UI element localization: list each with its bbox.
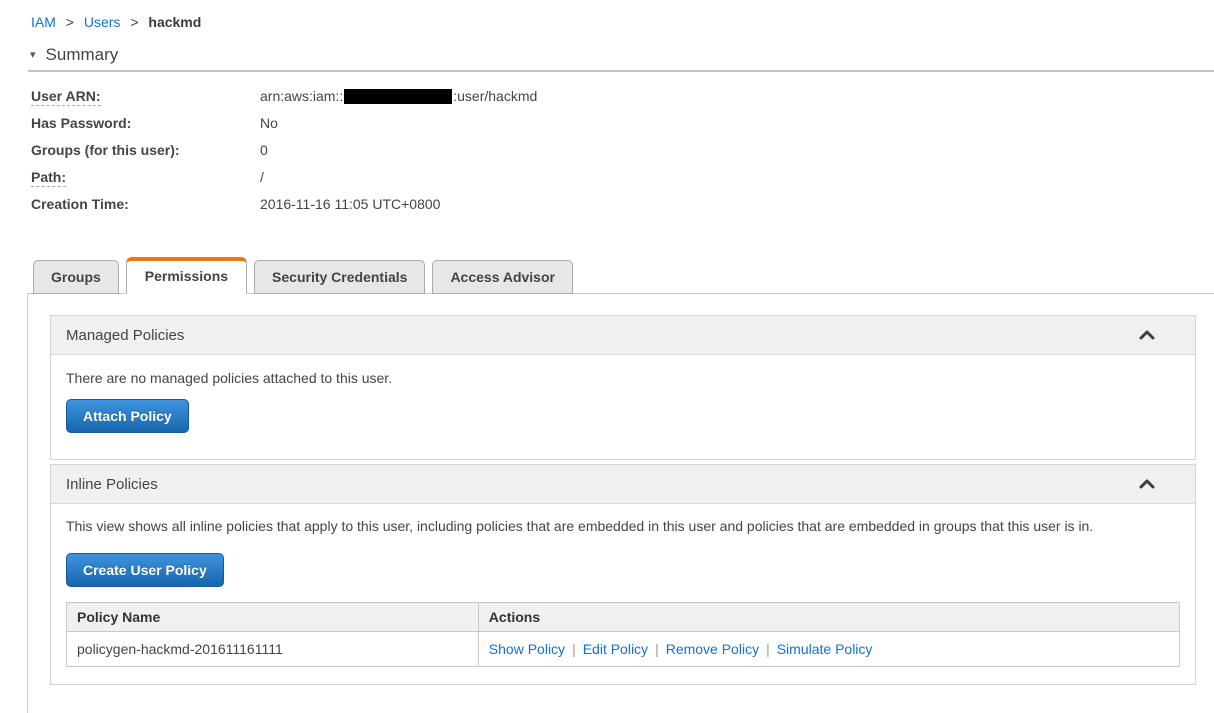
inline-policies-title: Inline Policies (66, 475, 158, 493)
action-separator: | (766, 641, 770, 657)
groups-label: Groups (for this user): (31, 142, 180, 158)
table-row: policygen-hackmd-201611161111 Show Polic… (66, 631, 1181, 667)
create-user-policy-button[interactable]: Create User Policy (66, 553, 224, 587)
policy-name-cell: policygen-hackmd-201611161111 (66, 631, 479, 667)
actions-column-header: Actions (477, 602, 1181, 632)
tab-bar: Groups Permissions Security Credentials … (33, 257, 1214, 294)
show-policy-link[interactable]: Show Policy (489, 641, 565, 657)
action-separator: | (655, 641, 659, 657)
path-label: Path: (31, 169, 66, 187)
chevron-up-icon[interactable] (1139, 479, 1155, 489)
summary-divider (28, 70, 1214, 72)
inline-policies-header[interactable]: Inline Policies (51, 465, 1195, 504)
field-row-has-password: Has Password: No (31, 115, 1214, 132)
policy-name-column-header: Policy Name (66, 602, 479, 632)
attach-policy-button[interactable]: Attach Policy (66, 399, 189, 433)
groups-value: 0 (260, 142, 268, 158)
managed-policies-section: Managed Policies There are no managed po… (50, 315, 1196, 460)
user-arn-label: User ARN: (31, 88, 101, 106)
breadcrumb-separator: > (130, 14, 139, 30)
table-header-row: Policy Name Actions (66, 602, 1181, 632)
summary-fields: User ARN: arn:aws:iam:::user/hackmd Has … (31, 88, 1214, 213)
breadcrumb-link-iam[interactable]: IAM (31, 14, 56, 30)
tab-content-panel: Managed Policies There are no managed po… (27, 293, 1214, 713)
breadcrumb-link-users[interactable]: Users (84, 14, 121, 30)
action-separator: | (572, 641, 576, 657)
field-row-groups: Groups (for this user): 0 (31, 142, 1214, 159)
field-row-path: Path: / (31, 169, 1214, 187)
simulate-policy-link[interactable]: Simulate Policy (777, 641, 873, 657)
inline-policies-table: Policy Name Actions policygen-hackmd-201… (66, 602, 1181, 667)
has-password-label: Has Password: (31, 115, 132, 131)
creation-time-value: 2016-11-16 11:05 UTC+0800 (260, 196, 441, 212)
tab-security-credentials[interactable]: Security Credentials (254, 260, 426, 294)
breadcrumb: IAM > Users > hackmd (0, 0, 1214, 30)
redacted-account-id (344, 89, 453, 104)
field-row-creation-time: Creation Time: 2016-11-16 11:05 UTC+0800 (31, 196, 1214, 213)
user-arn-value: arn:aws:iam:::user/hackmd (260, 88, 538, 104)
inline-policies-description: This view shows all inline policies that… (66, 518, 1094, 534)
managed-policies-header[interactable]: Managed Policies (51, 316, 1195, 355)
field-row-user-arn: User ARN: arn:aws:iam:::user/hackmd (31, 88, 1214, 106)
inline-policies-body: This view shows all inline policies that… (51, 504, 1195, 684)
tab-permissions[interactable]: Permissions (125, 257, 248, 294)
path-value: / (260, 169, 264, 185)
edit-policy-link[interactable]: Edit Policy (583, 641, 648, 657)
managed-policies-empty-text: There are no managed policies attached t… (66, 370, 393, 386)
summary-section-toggle[interactable]: ▾ Summary (30, 45, 230, 65)
managed-policies-title: Managed Policies (66, 326, 185, 344)
tab-access-advisor[interactable]: Access Advisor (432, 260, 573, 294)
breadcrumb-separator: > (65, 14, 74, 30)
policy-actions-cell: Show Policy | Edit Policy | Remove Policy | Si… (477, 631, 1181, 667)
has-password-value: No (260, 115, 278, 131)
chevron-up-icon[interactable] (1139, 330, 1155, 340)
inline-policies-section: Inline Policies This view shows all inli… (50, 464, 1196, 685)
summary-title: Summary (45, 45, 119, 64)
tab-groups[interactable]: Groups (33, 260, 119, 294)
breadcrumb-current-user: hackmd (148, 14, 202, 30)
managed-policies-body: There are no managed policies attached t… (51, 355, 1195, 459)
creation-time-label: Creation Time: (31, 196, 129, 212)
remove-policy-link[interactable]: Remove Policy (666, 641, 759, 657)
collapse-triangle-icon: ▾ (30, 48, 36, 61)
